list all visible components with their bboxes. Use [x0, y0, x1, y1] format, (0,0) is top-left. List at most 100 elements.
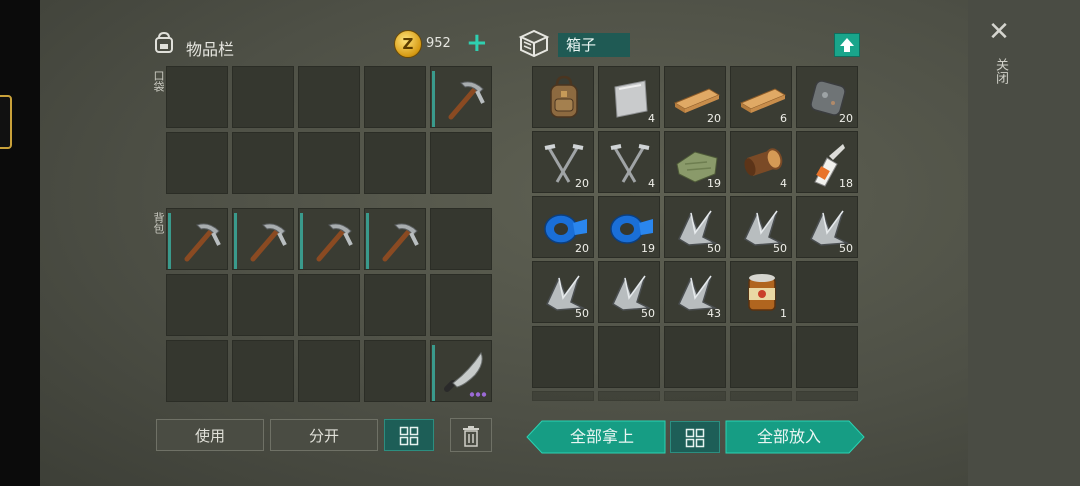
empty-slot[interactable] [166, 340, 228, 402]
item-slot[interactable]: 18 [796, 131, 858, 193]
item-slot[interactable]: 20 [796, 66, 858, 128]
item-quantity: 20 [707, 112, 721, 125]
empty-slot[interactable] [532, 391, 594, 401]
item-slot[interactable] [430, 66, 492, 128]
item-quantity: 50 [641, 307, 655, 320]
grid-icon [685, 428, 705, 448]
empty-slot[interactable] [166, 66, 228, 128]
backpack-icon [155, 31, 173, 53]
split-button[interactable]: 分开 [270, 419, 378, 451]
empty-slot[interactable] [364, 132, 426, 194]
inventory-title: 物品栏 [186, 40, 235, 59]
item-slot[interactable]: 19 [664, 131, 726, 193]
upgrade-dots-icon [469, 392, 487, 397]
sort-inventory-button[interactable] [384, 419, 434, 451]
item-slot[interactable] [430, 340, 492, 402]
empty-slot[interactable] [364, 274, 426, 336]
empty-slot[interactable] [430, 132, 492, 194]
grid-icon [399, 426, 419, 446]
empty-slot[interactable] [796, 261, 858, 323]
empty-slot[interactable] [298, 340, 360, 402]
empty-slot[interactable] [598, 326, 660, 388]
item-quantity: 6 [780, 112, 787, 125]
item-slot[interactable]: 20 [664, 66, 726, 128]
item-slot[interactable]: 50 [730, 196, 792, 258]
backpack-icon [550, 75, 578, 118]
put-all-label[interactable]: 全部放入 [727, 421, 851, 453]
item-slot[interactable]: 43 [664, 261, 726, 323]
item-quantity: 4 [780, 177, 787, 190]
pickaxe-icon [250, 223, 287, 262]
empty-slot[interactable] [598, 391, 660, 401]
close-label[interactable]: 关闭 [990, 58, 1008, 84]
item-slot[interactable] [364, 208, 426, 270]
item-slot[interactable]: 19 [598, 196, 660, 258]
item-quantity: 50 [707, 242, 721, 255]
empty-slot[interactable] [166, 132, 228, 194]
container-name: 箱子 [558, 33, 630, 57]
empty-slot[interactable] [364, 340, 426, 402]
item-quantity: 20 [575, 242, 589, 255]
item-slot[interactable] [298, 208, 360, 270]
trash-button[interactable] [450, 418, 492, 452]
empty-slot[interactable] [430, 274, 492, 336]
durability-bar [432, 71, 435, 127]
item-slot[interactable]: 50 [796, 196, 858, 258]
sort-container-button[interactable] [670, 421, 720, 453]
side-tab[interactable] [0, 95, 12, 149]
trash-icon [463, 426, 479, 447]
empty-slot[interactable] [730, 326, 792, 388]
empty-slot[interactable] [232, 340, 294, 402]
empty-slot[interactable] [364, 66, 426, 128]
item-slot[interactable]: 4 [598, 66, 660, 128]
durability-bar [234, 213, 237, 269]
item-quantity: 19 [641, 242, 655, 255]
empty-slot[interactable] [232, 132, 294, 194]
pickaxe-icon [382, 223, 419, 262]
durability-bar [168, 213, 171, 269]
item-slot[interactable]: 50 [664, 196, 726, 258]
item-quantity: 1 [780, 307, 787, 320]
item-slot[interactable]: 6 [730, 66, 792, 128]
empty-slot[interactable] [532, 326, 594, 388]
empty-slot[interactable] [166, 274, 228, 336]
item-slot[interactable]: 20 [532, 131, 594, 193]
empty-slot[interactable] [796, 326, 858, 388]
left-edge-bar [0, 0, 40, 486]
item-quantity: 50 [575, 307, 589, 320]
item-slot[interactable]: 20 [532, 196, 594, 258]
item-slot[interactable]: 4 [598, 131, 660, 193]
empty-slot[interactable] [298, 132, 360, 194]
item-slot[interactable] [532, 66, 594, 128]
machete-icon [444, 351, 483, 392]
empty-slot[interactable] [298, 274, 360, 336]
empty-slot[interactable] [664, 326, 726, 388]
item-quantity: 20 [839, 112, 853, 125]
close-icon[interactable]: ✕ [988, 19, 1010, 45]
upload-button[interactable] [834, 33, 860, 57]
empty-slot[interactable] [298, 66, 360, 128]
empty-slot[interactable] [430, 208, 492, 270]
item-slot[interactable]: 4 [730, 131, 792, 193]
empty-slot[interactable] [664, 391, 726, 401]
item-quantity: 4 [648, 112, 655, 125]
item-slot[interactable]: 50 [598, 261, 660, 323]
item-slot[interactable] [232, 208, 294, 270]
add-coins-button[interactable]: + [466, 30, 488, 56]
item-quantity: 43 [707, 307, 721, 320]
item-slot[interactable] [166, 208, 228, 270]
item-slot[interactable]: 1 [730, 261, 792, 323]
durability-bar [432, 345, 435, 401]
empty-slot[interactable] [232, 66, 294, 128]
empty-slot[interactable] [232, 274, 294, 336]
pickaxe-icon [316, 223, 353, 262]
coin-icon: Z [394, 30, 422, 58]
use-button[interactable]: 使用 [156, 419, 264, 451]
item-slot[interactable]: 50 [532, 261, 594, 323]
empty-slot[interactable] [796, 391, 858, 401]
item-quantity: 20 [575, 177, 589, 190]
box-icon [518, 29, 550, 58]
empty-slot[interactable] [730, 391, 792, 401]
take-all-label[interactable]: 全部拿上 [540, 421, 664, 453]
item-quantity: 4 [648, 177, 655, 190]
